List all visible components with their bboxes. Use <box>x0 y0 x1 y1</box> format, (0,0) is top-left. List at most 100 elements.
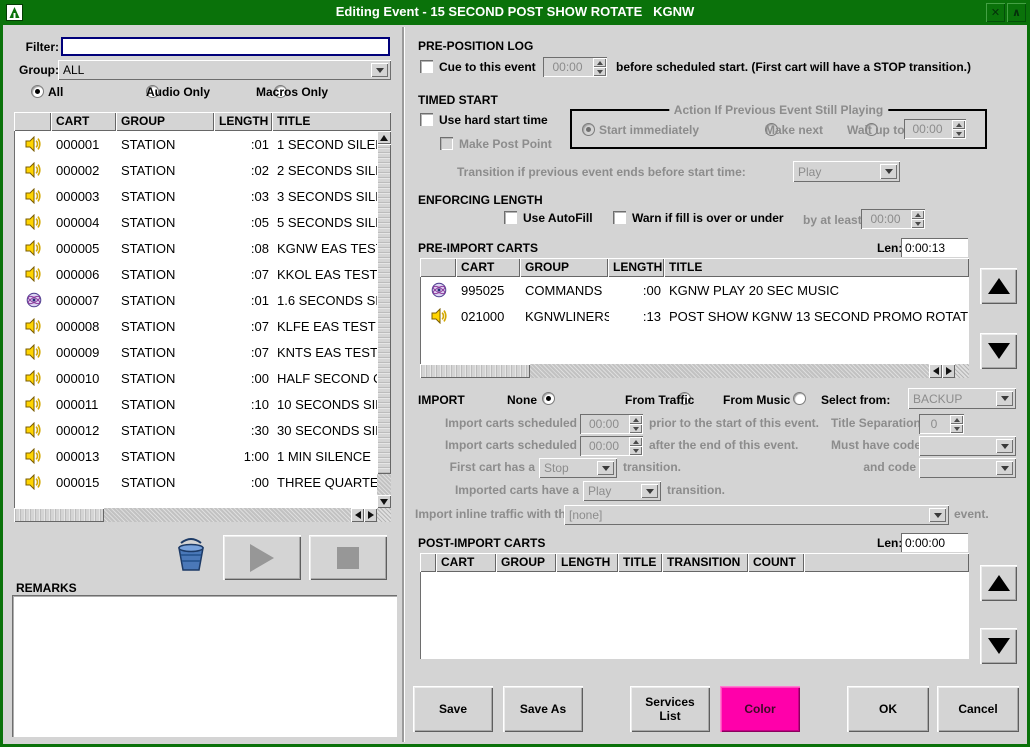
services-list-button[interactable]: Services List <box>630 686 710 732</box>
play-button[interactable] <box>223 535 301 580</box>
radio-from-music[interactable] <box>793 392 806 405</box>
cart-row[interactable]: 000002STATION:022 SECONDS SILEI <box>15 157 377 183</box>
spin-down-icon[interactable] <box>593 67 606 76</box>
cart-row[interactable]: 000013STATION1:001 MIN SILENCE <box>15 443 377 469</box>
spin-up-icon[interactable] <box>629 437 642 446</box>
scroll-right-icon[interactable] <box>364 508 377 522</box>
scroll-right-icon[interactable] <box>942 364 955 378</box>
scroll-up-icon[interactable] <box>377 131 391 144</box>
cart-row[interactable]: 021000KGNWLINERS:13POST SHOW KGNW 13 SEC… <box>421 303 968 329</box>
vertical-scrollbar-thumb[interactable] <box>377 144 391 474</box>
cart-row[interactable]: 000008STATION:07KLFE EAS TEST IN <box>15 313 377 339</box>
close-icon[interactable]: ✕ <box>986 3 1005 22</box>
cart-row[interactable]: 000015STATION:00THREE QUARTER <box>15 469 377 495</box>
cue-time-spinbox[interactable]: 00:00 <box>543 57 607 77</box>
by-at-least-spinbox[interactable]: 00:00 <box>861 209 925 229</box>
column-header-icon[interactable] <box>420 258 456 277</box>
column-header-group[interactable]: GROUP <box>496 553 556 572</box>
delete-bucket-icon[interactable] <box>175 537 207 573</box>
cart-row[interactable]: 000001STATION:011 SECOND SILEN <box>15 131 377 157</box>
radio-start-immediately[interactable] <box>582 123 595 136</box>
imported-transition-select[interactable]: Play <box>583 481 661 501</box>
transition-select[interactable]: Play <box>793 161 900 182</box>
first-cart-transition-select[interactable]: Stop <box>539 458 617 478</box>
select-from-select[interactable]: BACKUP <box>908 388 1016 409</box>
spin-down-icon[interactable] <box>629 446 642 455</box>
cart-row[interactable]: 000005STATION:08KGNW EAS TEST <box>15 235 377 261</box>
make-post-point-checkbox[interactable] <box>440 137 453 150</box>
column-header-icon[interactable] <box>420 553 436 572</box>
pre-import-table[interactable]: CART GROUP LENGTH TITLE 995025COMMANDS:0… <box>420 258 969 378</box>
scroll-down-icon[interactable] <box>377 495 391 508</box>
must-have-code-select[interactable] <box>919 436 1016 456</box>
cart-row[interactable]: 000004STATION:055 SECONDS SILEI <box>15 209 377 235</box>
cue-to-event-checkbox[interactable] <box>420 60 433 73</box>
column-header-group[interactable]: GROUP <box>116 112 214 131</box>
column-header-title[interactable]: TITLE <box>272 112 391 131</box>
spin-down-icon[interactable] <box>952 129 965 138</box>
sched-prior-spinbox[interactable]: 00:00 <box>580 414 643 434</box>
post-import-table[interactable]: CART GROUP LENGTH TITLE TRANSITION COUNT <box>420 553 969 659</box>
column-header-title[interactable]: TITLE <box>618 553 662 572</box>
save-as-button[interactable]: Save As <box>503 686 583 732</box>
cart-row[interactable]: 000010STATION:00HALF SECOND OF <box>15 365 377 391</box>
spin-down-icon[interactable] <box>911 219 924 228</box>
column-header-length[interactable]: LENGTH <box>556 553 618 572</box>
column-header-icon[interactable] <box>14 112 51 131</box>
stop-button[interactable] <box>309 535 387 580</box>
column-header-group[interactable]: GROUP <box>520 258 608 277</box>
column-header-cart[interactable]: CART <box>456 258 520 277</box>
cart-row[interactable]: 000007STATION:011.6 SECONDS SIL <box>15 287 377 313</box>
cart-row[interactable]: 000006STATION:07KKOL EAS TEST IN <box>15 261 377 287</box>
column-header-cart[interactable]: CART <box>436 553 496 572</box>
pre-import-hscrollbar[interactable] <box>420 364 955 378</box>
column-header-count[interactable]: COUNT <box>748 553 804 572</box>
remarks-textarea[interactable] <box>12 595 397 737</box>
column-header-length[interactable]: LENGTH <box>608 258 664 277</box>
wait-time-spinbox[interactable]: 00:00 <box>904 119 966 139</box>
vertical-scrollbar[interactable] <box>377 131 391 508</box>
cart-row[interactable]: 995025COMMANDS:00KGNW PLAY 20 SEC MUSIC <box>421 277 968 303</box>
titlebar[interactable]: Editing Event - 15 SECOND POST SHOW ROTA… <box>0 0 1030 25</box>
column-header-title[interactable]: TITLE <box>664 258 969 277</box>
title-separation-spinbox[interactable]: 0 <box>919 414 964 434</box>
column-header-transition[interactable]: TRANSITION <box>662 553 748 572</box>
use-hard-start-checkbox[interactable] <box>420 113 433 126</box>
spin-up-icon[interactable] <box>629 415 642 424</box>
spin-down-icon[interactable] <box>629 424 642 433</box>
sched-after-spinbox[interactable]: 00:00 <box>580 436 643 456</box>
pre-import-move-down-button[interactable] <box>980 333 1017 369</box>
ok-button[interactable]: OK <box>847 686 929 732</box>
spin-up-icon[interactable] <box>950 415 963 424</box>
cart-row[interactable]: 000009STATION:07KNTS EAS TEST IN <box>15 339 377 365</box>
save-button[interactable]: Save <box>413 686 493 732</box>
cart-row[interactable]: 000012STATION:3030 SECONDS SILE <box>15 417 377 443</box>
radio-all[interactable] <box>31 85 44 98</box>
shade-icon[interactable]: ∧ <box>1007 3 1026 22</box>
column-header-cart[interactable]: CART <box>51 112 116 131</box>
filter-input[interactable] <box>61 37 390 56</box>
cart-row[interactable]: 000011STATION:1010 SECONDS SILE <box>15 391 377 417</box>
scroll-left-icon[interactable] <box>929 364 942 378</box>
cancel-button[interactable]: Cancel <box>937 686 1019 732</box>
color-button[interactable]: Color <box>720 686 800 732</box>
cart-library-table[interactable]: CART GROUP LENGTH TITLE 000001STATION:01… <box>14 112 391 522</box>
post-import-move-up-button[interactable] <box>980 565 1017 601</box>
spin-up-icon[interactable] <box>911 210 924 219</box>
horizontal-scrollbar[interactable] <box>14 508 377 522</box>
column-header-length[interactable]: LENGTH <box>214 112 272 131</box>
horizontal-scrollbar-thumb[interactable] <box>14 508 104 522</box>
and-code-select[interactable] <box>919 458 1016 478</box>
post-import-move-down-button[interactable] <box>980 628 1017 664</box>
scroll-left-icon[interactable] <box>351 508 364 522</box>
spin-up-icon[interactable] <box>593 58 606 67</box>
pre-import-move-up-button[interactable] <box>980 268 1017 304</box>
radio-import-none[interactable] <box>542 392 555 405</box>
warn-fill-checkbox[interactable] <box>613 211 626 224</box>
spin-down-icon[interactable] <box>950 424 963 433</box>
cart-row[interactable]: 000003STATION:033 SECONDS SILEI <box>15 183 377 209</box>
inline-traffic-select[interactable]: [none] <box>564 505 949 525</box>
use-autofill-checkbox[interactable] <box>504 211 517 224</box>
spin-up-icon[interactable] <box>952 120 965 129</box>
group-select[interactable]: ALL <box>58 60 391 80</box>
